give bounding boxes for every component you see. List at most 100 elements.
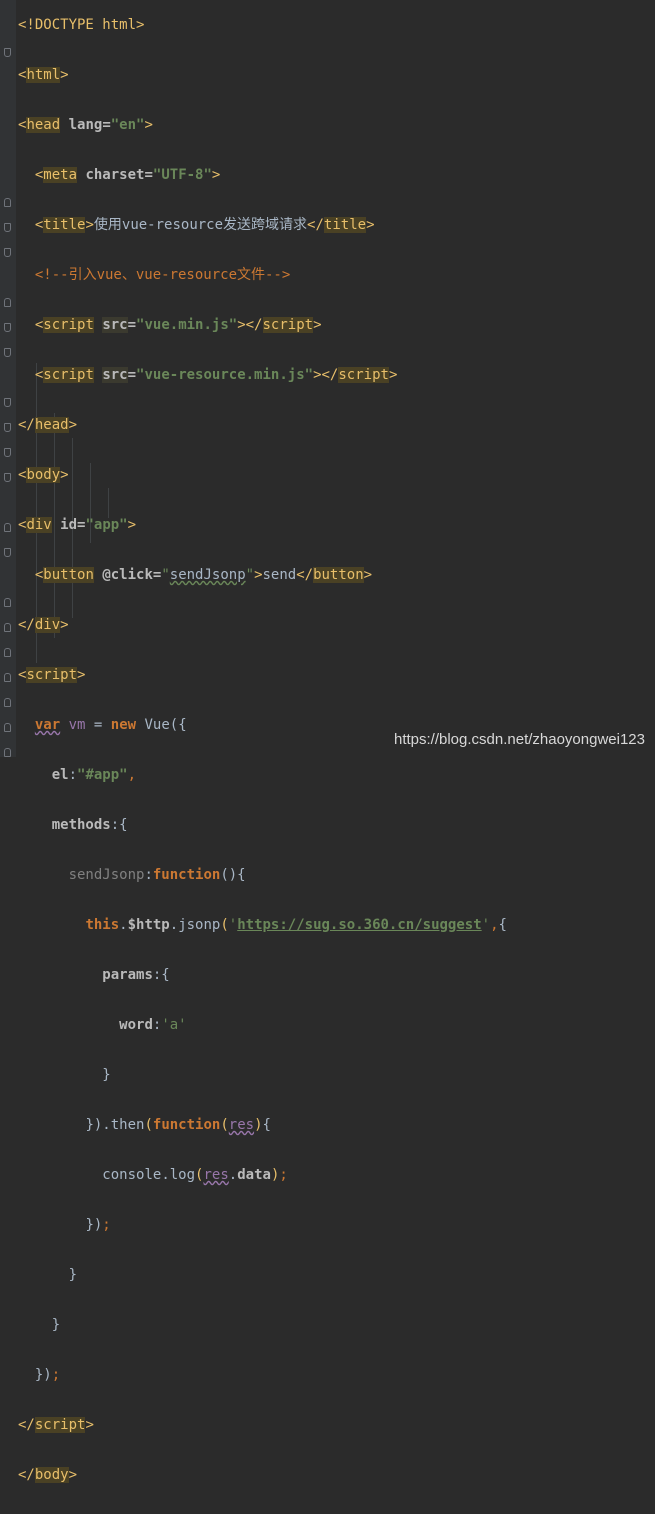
code-token: "UTF-8" <box>152 167 212 183</box>
code-token: params <box>102 967 153 983</box>
code-line[interactable]: <script src="vue-resource.min.js"></scri… <box>18 363 655 388</box>
code-line[interactable]: methods:{ <box>18 813 655 838</box>
code-line[interactable]: }).then(function(res){ <box>18 1113 655 1138</box>
code-token: title <box>323 217 367 233</box>
code-line[interactable]: params:{ <box>18 963 655 988</box>
code-line[interactable]: <script> <box>18 663 655 688</box>
fold-marker-icon[interactable] <box>4 298 11 307</box>
code-token: ( <box>144 1117 153 1133</box>
fold-marker-icon[interactable] <box>4 698 11 707</box>
code-line[interactable]: <title>使用vue-resource发送跨域请求</title> <box>18 213 655 238</box>
fold-marker-icon[interactable] <box>4 723 11 732</box>
fold-marker-icon[interactable] <box>4 198 11 207</box>
code-token: ) <box>270 1167 280 1183</box>
code-line[interactable]: </div> <box>18 613 655 638</box>
fold-marker-icon[interactable] <box>4 398 11 407</box>
code-token: script <box>262 317 314 333</box>
code-token: then <box>110 1117 145 1133</box>
code-token: > <box>313 317 322 333</box>
code-token: sendJsonp <box>68 867 145 883</box>
code-line[interactable]: <html> <box>18 63 655 88</box>
code-token: { <box>498 917 507 933</box>
code-line[interactable]: <head lang="en"> <box>18 113 655 138</box>
fold-marker-icon[interactable] <box>4 423 11 432</box>
code-line[interactable]: </script> <box>18 1413 655 1438</box>
code-token: methods <box>51 817 111 833</box>
code-token: > <box>60 617 69 633</box>
code-line[interactable]: </html> <box>18 1513 655 1514</box>
code-token: button <box>43 567 94 583</box>
code-token: var <box>34 717 61 733</box>
code-token: } <box>102 1067 111 1083</box>
code-token: vm <box>68 717 86 733</box>
fold-marker-icon[interactable] <box>4 348 11 357</box>
code-line[interactable]: <meta charset="UTF-8"> <box>18 163 655 188</box>
fold-marker-icon[interactable] <box>4 448 11 457</box>
fold-marker-icon[interactable] <box>4 323 11 332</box>
code-token: " <box>245 567 255 583</box>
code-token: this <box>85 917 120 933</box>
code-token: } <box>51 1317 61 1333</box>
code-line[interactable]: </body> <box>18 1463 655 1488</box>
fold-marker-icon[interactable] <box>4 623 11 632</box>
fold-marker-icon[interactable] <box>4 248 11 257</box>
code-token: res <box>228 1117 255 1133</box>
code-line[interactable]: <body> <box>18 463 655 488</box>
fold-marker-icon[interactable] <box>4 673 11 682</box>
code-line[interactable]: this.$http.jsonp('https://sug.so.360.cn/… <box>18 913 655 938</box>
code-line[interactable]: <!--引入vue、vue-resource文件--> <box>18 263 655 288</box>
fold-marker-icon[interactable] <box>4 48 11 57</box>
fold-marker-icon[interactable] <box>4 473 11 482</box>
code-token: . <box>161 1167 170 1183</box>
code-line[interactable]: console.log(res.data); <box>18 1163 655 1188</box>
code-token: " <box>161 567 170 583</box>
fold-marker-icon[interactable] <box>4 523 11 532</box>
code-token: src <box>102 367 128 383</box>
code-line[interactable]: el:"#app", <box>18 763 655 788</box>
code-line[interactable]: word:'a' <box>18 1013 655 1038</box>
editor-gutter <box>0 0 16 757</box>
code-line[interactable]: }); <box>18 1363 655 1388</box>
code-token: }) <box>34 1367 52 1383</box>
code-line[interactable]: <div id="app"> <box>18 513 655 538</box>
code-token: > <box>85 217 94 233</box>
code-token: > <box>60 67 69 83</box>
code-token: :{ <box>110 817 128 833</box>
code-line[interactable]: <script src="vue.min.js"></script> <box>18 313 655 338</box>
watermark: https://blog.csdn.net/zhaoyongwei123 <box>393 731 645 748</box>
code-token: , <box>490 917 499 933</box>
code-token: > <box>127 517 137 533</box>
code-token: "app" <box>85 517 128 533</box>
code-token: :{ <box>152 967 170 983</box>
code-token: html <box>26 67 61 83</box>
code-token: div <box>26 517 52 533</box>
code-token: function <box>152 867 221 883</box>
code-token: }) <box>85 1217 103 1233</box>
fold-marker-icon[interactable] <box>4 598 11 607</box>
code-line[interactable]: </head> <box>18 413 655 438</box>
code-token: ></ <box>237 317 263 333</box>
fold-marker-icon[interactable] <box>4 548 11 557</box>
code-editor[interactable]: <!DOCTYPE html> <html> <head lang="en"> … <box>18 0 655 1514</box>
code-line[interactable]: } <box>18 1063 655 1088</box>
code-token: word <box>119 1017 153 1033</box>
code-line[interactable]: } <box>18 1313 655 1338</box>
code-line[interactable]: }); <box>18 1213 655 1238</box>
code-token: : <box>68 767 78 783</box>
fold-marker-icon[interactable] <box>4 648 11 657</box>
code-token: function <box>152 1117 221 1133</box>
code-token: res <box>203 1167 229 1183</box>
code-token: charset <box>85 167 145 183</box>
fold-marker-icon[interactable] <box>4 223 11 232</box>
code-line[interactable]: sendJsonp:function(){ <box>18 863 655 888</box>
code-token: > <box>366 217 375 233</box>
code-token: > <box>85 1417 94 1433</box>
code-token: = <box>127 367 137 383</box>
code-token: script <box>43 367 94 383</box>
code-line[interactable]: <button @click="sendJsonp">send</button> <box>18 563 655 588</box>
code-line[interactable]: <!DOCTYPE html> <box>18 13 655 38</box>
code-token: el <box>51 767 69 783</box>
fold-marker-icon[interactable] <box>4 748 11 757</box>
code-line[interactable]: } <box>18 1263 655 1288</box>
code-token: script <box>43 317 94 333</box>
